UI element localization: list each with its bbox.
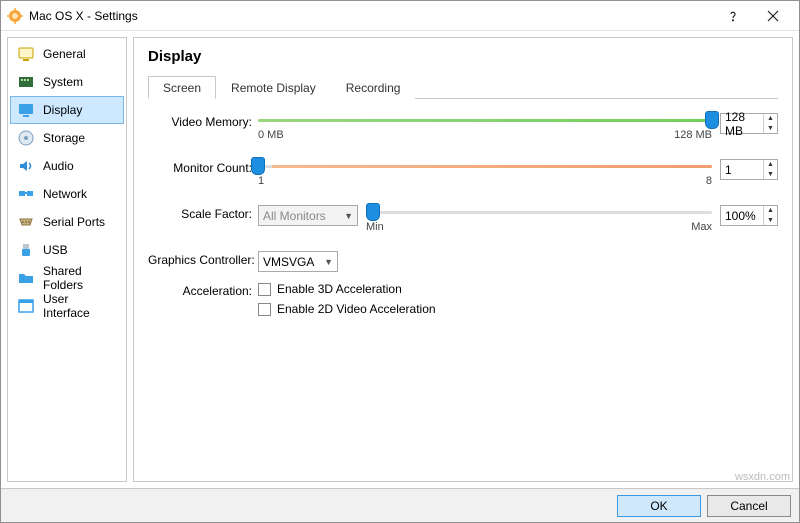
sidebar-label-display: Display [43,103,82,117]
storage-icon [17,129,35,147]
system-icon [17,73,35,91]
sidebar-label-audio: Audio [43,159,74,173]
spinner-arrows-icon[interactable]: ▲▼ [763,206,777,225]
chevron-down-icon: ▼ [344,211,353,221]
scale-max: Max [691,221,712,233]
sidebar-item-display[interactable]: Display [10,96,124,124]
sidebar-label-storage: Storage [43,131,85,145]
watermark: wsxdn.com [735,471,790,483]
monitor-count-value: 1 [721,163,763,177]
general-icon [17,45,35,63]
shared-folders-icon [17,269,35,287]
ok-button[interactable]: OK [617,495,701,517]
tabbar: Screen Remote Display Recording [148,75,778,99]
sidebar-item-audio[interactable]: Audio [10,152,124,180]
tab-remote-display[interactable]: Remote Display [216,76,331,99]
help-button[interactable] [713,2,753,30]
serial-ports-icon [17,213,35,231]
spinbox-monitor-count[interactable]: 1 ▲▼ [720,159,778,180]
checkbox-enable-3d[interactable] [258,283,271,296]
monitor-count-min: 1 [258,175,264,187]
sidebar-item-storage[interactable]: Storage [10,124,124,152]
checkbox-row-3d[interactable]: Enable 3D Acceleration [258,282,770,296]
sidebar-item-usb[interactable]: USB [10,236,124,264]
display-icon [17,101,35,119]
slider-scale-factor[interactable] [366,205,712,219]
dropdown-graphics-controller[interactable]: VMSVGA ▼ [258,251,338,272]
sidebar-label-serial-ports: Serial Ports [43,215,105,229]
spinner-arrows-icon[interactable]: ▲▼ [763,160,777,179]
footer: OK Cancel [1,488,799,522]
main-pane: Display Screen Remote Display Recording … [133,37,793,482]
sidebar-label-shared-folders: Shared Folders [43,264,117,292]
graphics-controller-value: VMSVGA [263,255,320,269]
label-video-memory: Video Memory: [148,113,258,129]
titlebar: Mac OS X - Settings [1,1,799,31]
sidebar-item-shared-folders[interactable]: Shared Folders [10,264,124,292]
window-title: Mac OS X - Settings [29,9,138,23]
label-monitor-count: Monitor Count: [148,159,258,175]
video-memory-min: 0 MB [258,129,284,141]
sidebar-label-network: Network [43,187,87,201]
sidebar: General System Display Storage Audio Net… [7,37,127,482]
slider-monitor-count[interactable] [258,159,712,173]
network-icon [17,185,35,203]
settings-window: Mac OS X - Settings General System Displ… [0,0,800,523]
video-memory-value: 128 MB [721,110,763,138]
scale-scope-value: All Monitors [263,209,340,223]
sidebar-item-network[interactable]: Network [10,180,124,208]
user-interface-icon [17,297,35,315]
row-acceleration: Acceleration: Enable 3D Acceleration Ena… [148,282,778,322]
sidebar-item-system[interactable]: System [10,68,124,96]
row-video-memory: Video Memory: 0 MB 128 MB 128 [148,113,778,141]
tab-recording[interactable]: Recording [331,76,416,99]
scale-factor-value: 100% [721,209,763,223]
label-enable-2d: Enable 2D Video Acceleration [277,302,436,316]
close-button[interactable] [753,2,793,30]
slider-thumb-video-memory[interactable] [705,111,719,129]
slider-thumb-scale-factor[interactable] [366,203,380,221]
form-area: Video Memory: 0 MB 128 MB 128 [148,99,778,326]
label-scale-factor: Scale Factor: [148,205,258,221]
slider-thumb-monitor-count[interactable] [251,157,265,175]
spinbox-video-memory[interactable]: 128 MB ▲▼ [720,113,778,134]
sidebar-label-usb: USB [43,243,68,257]
sidebar-item-general[interactable]: General [10,40,124,68]
checkbox-enable-2d[interactable] [258,303,271,316]
label-acceleration: Acceleration: [148,282,258,298]
row-graphics-controller: Graphics Controller: VMSVGA ▼ [148,251,778,272]
monitor-count-max: 8 [706,175,712,187]
spinner-arrows-icon[interactable]: ▲▼ [763,114,777,133]
page-title: Display [148,48,778,65]
scale-min: Min [366,221,384,233]
label-graphics-controller: Graphics Controller: [148,251,258,267]
slider-video-memory[interactable] [258,113,712,127]
sidebar-label-user-interface: User Interface [43,292,117,320]
sidebar-item-serial-ports[interactable]: Serial Ports [10,208,124,236]
spinbox-scale-factor[interactable]: 100% ▲▼ [720,205,778,226]
audio-icon [17,157,35,175]
dropdown-scale-scope[interactable]: All Monitors ▼ [258,205,358,226]
row-scale-factor: Scale Factor: All Monitors ▼ [148,205,778,233]
usb-icon [17,241,35,259]
chevron-down-icon: ▼ [324,257,333,267]
cancel-button[interactable]: Cancel [707,495,791,517]
app-icon [7,8,23,24]
sidebar-item-user-interface[interactable]: User Interface [10,292,124,320]
row-monitor-count: Monitor Count: 1 8 1 [148,159,778,187]
sidebar-label-system: System [43,75,83,89]
body: General System Display Storage Audio Net… [1,31,799,488]
sidebar-label-general: General [43,47,86,61]
label-enable-3d: Enable 3D Acceleration [277,282,402,296]
checkbox-row-2d[interactable]: Enable 2D Video Acceleration [258,302,770,316]
video-memory-max: 128 MB [674,129,712,141]
tab-screen[interactable]: Screen [148,76,216,99]
